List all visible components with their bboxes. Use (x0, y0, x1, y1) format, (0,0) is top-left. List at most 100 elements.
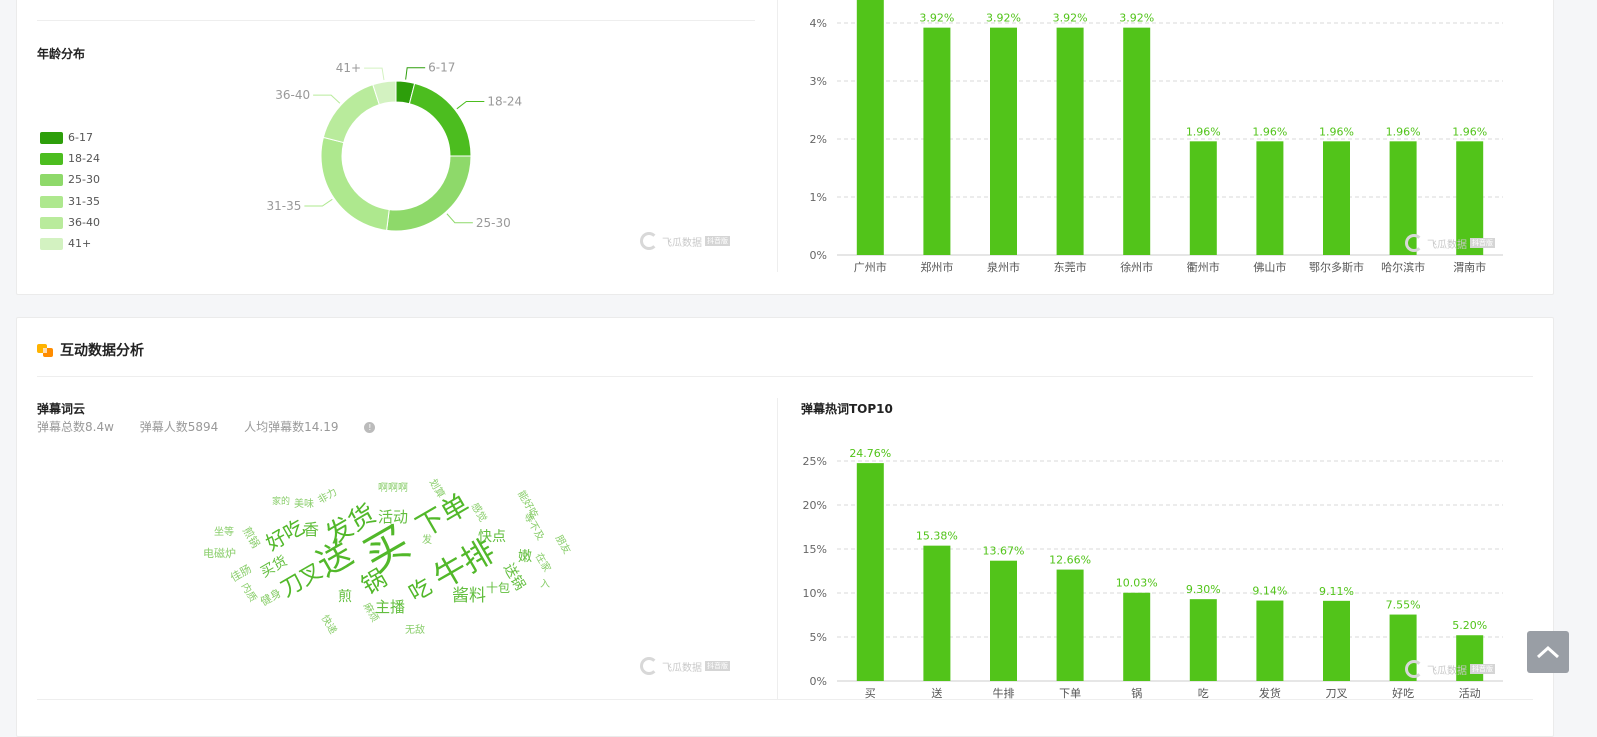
bar-value-label: 3.92% (919, 12, 954, 25)
legend-item[interactable]: 36-40 (40, 216, 100, 230)
bar[interactable] (990, 560, 1017, 681)
donut-leader-line (405, 67, 426, 80)
x-tick-label: 下单 (1059, 687, 1081, 700)
cloud-word: 朋友 (552, 533, 573, 557)
watermark: 飞瓜数据 抖音版 (640, 232, 730, 250)
cloud-word: 坐等 (214, 527, 234, 538)
legend-swatch (40, 238, 63, 250)
legend-item[interactable]: 25-30 (40, 173, 100, 187)
watermark: 飞瓜数据 抖音版 (640, 657, 730, 675)
x-tick-label: 吃 (1198, 687, 1209, 700)
legend-label: 36-40 (68, 215, 100, 229)
danmaku-stats: 弹幕总数8.4w 弹幕人数5894 人均弹幕数14.19 ! (37, 418, 397, 435)
donut-label: 36-40 (275, 88, 310, 102)
x-tick-label: 东莞市 (1054, 260, 1087, 274)
donut-leader-line (313, 94, 341, 104)
donut-label: 31-35 (267, 199, 302, 213)
x-tick-label: 好吃 (1392, 686, 1414, 700)
donut-slice[interactable] (322, 84, 380, 144)
interaction-section-title: 互动数据分析 (60, 343, 144, 359)
bar-value-label: 5.20% (1452, 619, 1487, 632)
y-tick-label: 5% (810, 631, 827, 644)
stat-people: 弹幕人数5894 (139, 420, 219, 434)
bar-value-label: 9.11% (1319, 585, 1354, 598)
cloud-word: 等不及 (521, 511, 546, 543)
cloud-title: 弹幕词云 (37, 402, 86, 416)
y-tick-label: 10% (803, 587, 827, 600)
bar[interactable] (1256, 600, 1284, 681)
donut-leader-line (456, 100, 485, 110)
divider (777, 0, 778, 272)
bar-value-label: 24.76% (849, 447, 891, 460)
legend-swatch (40, 153, 63, 166)
cloud-word: 主播 (375, 598, 406, 616)
legend-item[interactable]: 18-24 (40, 152, 100, 166)
legend-item[interactable]: 41+ (40, 237, 91, 251)
bar[interactable] (856, 463, 884, 681)
divider (37, 376, 1533, 377)
legend-label: 41+ (68, 237, 92, 250)
cloud-word: 感觉 (468, 501, 489, 525)
x-tick-label: 鄂尔多斯市 (1309, 260, 1364, 274)
scroll-to-top-button[interactable] (1527, 631, 1569, 673)
x-tick-label: 徐州市 (1120, 260, 1153, 274)
y-tick-label: 2% (810, 133, 827, 146)
cloud-word: 在家 (532, 551, 553, 575)
bar[interactable] (1323, 600, 1350, 681)
y-tick-label: 4% (810, 17, 827, 30)
cloud-word: 香 (303, 520, 320, 539)
watermark-logo-icon (640, 657, 658, 675)
stat-avg: 人均弹幕数14.19 (244, 420, 339, 434)
bar[interactable] (1323, 141, 1350, 255)
cloud-word: 酱料 (452, 586, 486, 606)
watermark: 飞瓜数据 抖音版 (1405, 660, 1495, 678)
donut-leader-line (304, 198, 333, 207)
donut-slice[interactable] (386, 155, 472, 232)
watermark-name: 飞瓜数据 (1427, 239, 1467, 251)
bar[interactable] (923, 27, 951, 255)
x-tick-label: 活动 (1459, 687, 1481, 700)
bar[interactable] (1256, 141, 1284, 255)
x-tick-label: 发货 (1259, 686, 1281, 700)
bar[interactable] (923, 545, 951, 681)
cloud-word: 啊啊啊 (378, 483, 408, 494)
bar[interactable] (1056, 27, 1084, 255)
x-tick-label: 买 (865, 687, 876, 700)
y-tick-label: 0% (810, 249, 827, 262)
legend-label: 6-17 (68, 131, 93, 144)
bar[interactable] (1056, 569, 1084, 681)
legend-item[interactable]: 6-17 (40, 131, 93, 145)
watermark-name: 飞瓜数据 (662, 662, 702, 674)
watermark-logo-icon (1405, 660, 1423, 678)
donut-slice[interactable] (320, 136, 390, 231)
x-tick-label: 牛排 (993, 686, 1015, 700)
bar-value-label: 13.67% (983, 545, 1025, 558)
bar[interactable] (856, 0, 884, 255)
bar[interactable] (1123, 592, 1151, 681)
bar[interactable] (1123, 27, 1151, 255)
donut-label: 41+ (336, 61, 361, 75)
bar-value-label: 3.92% (986, 12, 1021, 25)
bar[interactable] (1189, 141, 1217, 255)
legend-label: 31-35 (68, 194, 100, 208)
top10-title: 弹幕热词TOP10 (801, 402, 893, 416)
y-tick-label: 0% (810, 675, 827, 688)
cloud-word: 电磁炉 (203, 547, 236, 560)
bar[interactable] (1189, 599, 1217, 681)
cloud-word: 非力 (316, 486, 340, 507)
legend-item[interactable]: 31-35 (40, 195, 100, 209)
cloud-word: 好吃 (261, 514, 309, 556)
info-icon[interactable]: ! (364, 422, 376, 433)
y-tick-label: 15% (803, 543, 827, 556)
y-tick-label: 3% (810, 75, 827, 88)
stat-total: 弹幕总数8.4w (37, 420, 114, 434)
bar[interactable] (990, 27, 1017, 255)
watermark-name: 飞瓜数据 (662, 237, 702, 249)
x-tick-label: 泉州市 (987, 260, 1020, 274)
cloud-word: 家的 (272, 497, 291, 507)
watermark-tag: 抖音版 (705, 661, 730, 671)
cloud-word: 十包 (486, 581, 511, 595)
donut-label: 25-30 (476, 216, 511, 230)
donut-slice[interactable] (408, 82, 472, 157)
legend-swatch (40, 174, 63, 187)
